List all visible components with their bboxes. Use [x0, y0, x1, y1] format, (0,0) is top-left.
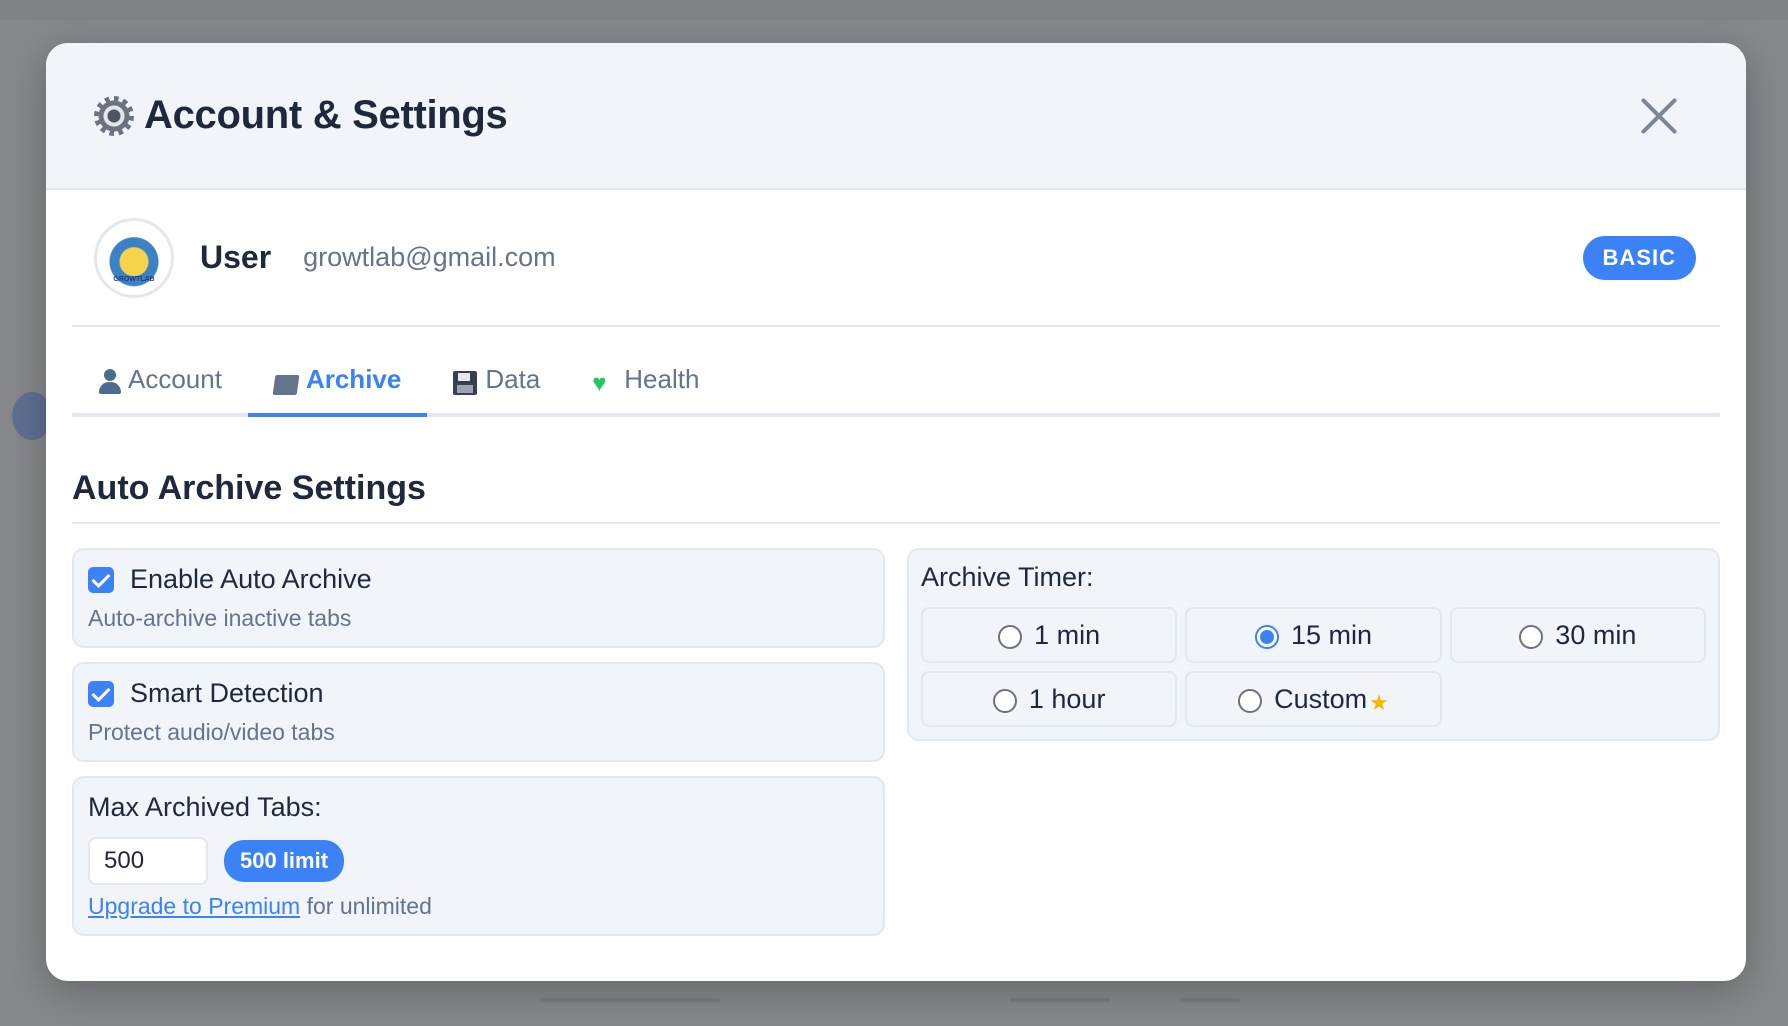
- max-archived-tabs-input[interactable]: [88, 837, 208, 885]
- upgrade-to-premium-link[interactable]: Upgrade to Premium: [88, 893, 300, 919]
- timer-option-15-min[interactable]: 15 min: [1185, 607, 1442, 663]
- timer-radio[interactable]: [998, 625, 1023, 649]
- smart-detection-row: Smart Detection: [88, 678, 869, 709]
- timer-option-label: 15 min: [1290, 619, 1373, 650]
- user-row: GROWTLAB User growtlab@gmail.com BASIC: [72, 190, 1720, 327]
- person-icon: [98, 369, 122, 395]
- tab-label: Account: [128, 364, 222, 394]
- archive-timer-options: 1 min 15 min 30 min 1 hour Custom ★: [921, 607, 1706, 727]
- tab-label: Data: [485, 364, 541, 394]
- timer-option-label: 30 min: [1555, 619, 1637, 650]
- timer-radio[interactable]: [1238, 689, 1263, 713]
- user-name: User: [200, 239, 272, 275]
- upgrade-suffix-text: for unlimited: [306, 893, 432, 919]
- timer-option-1-min[interactable]: 1 min: [921, 607, 1178, 663]
- timer-option-label: 1 hour: [1028, 683, 1106, 714]
- tab-account[interactable]: Account: [72, 327, 248, 413]
- settings-modal: Account & Settings GROWTLAB User growtla…: [46, 43, 1746, 981]
- tab-data[interactable]: Data: [427, 327, 566, 413]
- tab-label: Health: [624, 364, 700, 394]
- timer-option-label: 1 min: [1034, 619, 1101, 650]
- tab-health[interactable]: ♥ Health: [566, 327, 725, 413]
- timer-option-30-min[interactable]: 30 min: [1449, 607, 1706, 663]
- smart-detection-label[interactable]: Smart Detection: [130, 678, 324, 709]
- background-text-line: [1180, 998, 1240, 1002]
- max-archived-tabs-card: Max Archived Tabs: 500 limit Upgrade to …: [72, 776, 885, 936]
- settings-tabs: Account Archive Data ♥ Health: [72, 327, 1720, 417]
- archive-left-column: Enable Auto Archive Auto-archive inactiv…: [72, 548, 885, 936]
- tab-label: Archive: [305, 364, 402, 394]
- timer-radio[interactable]: [1519, 625, 1544, 649]
- smart-detection-card: Smart Detection Protect audio/video tabs: [72, 662, 885, 762]
- background-toolbar: [0, 0, 1788, 20]
- enable-auto-archive-description: Auto-archive inactive tabs: [88, 605, 352, 631]
- star-icon: ★: [1369, 690, 1389, 715]
- enable-auto-archive-checkbox[interactable]: [88, 566, 114, 593]
- timer-option-custom[interactable]: Custom ★: [1185, 671, 1442, 727]
- enable-auto-archive-card: Enable Auto Archive Auto-archive inactiv…: [72, 548, 885, 648]
- green-heart-icon: ♥: [592, 370, 607, 397]
- modal-header: Account & Settings: [46, 43, 1746, 190]
- max-archived-tabs-row: 500 limit: [88, 837, 869, 885]
- modal-title: Account & Settings: [144, 93, 508, 137]
- modal-body: GROWTLAB User growtlab@gmail.com BASIC A…: [46, 190, 1746, 936]
- smart-detection-description: Protect audio/video tabs: [88, 719, 335, 745]
- avatar: GROWTLAB: [94, 217, 174, 298]
- archive-right-column: Archive Timer: 1 min 15 min 30 min 1 hou…: [907, 548, 1720, 936]
- enable-auto-archive-row: Enable Auto Archive: [88, 564, 869, 595]
- tab-archive[interactable]: Archive: [247, 327, 428, 417]
- plan-badge: BASIC: [1582, 235, 1696, 280]
- section-title: Auto Archive Settings: [72, 417, 1720, 524]
- archive-settings-grid: Enable Auto Archive Auto-archive inactiv…: [72, 548, 1720, 936]
- smart-detection-checkbox[interactable]: [88, 680, 114, 707]
- user-email: growtlab@gmail.com: [303, 242, 556, 272]
- archive-timer-label: Archive Timer:: [921, 562, 1094, 592]
- timer-option-label: Custom: [1274, 683, 1368, 714]
- avatar-logo-text: GROWTLAB: [113, 275, 155, 283]
- archive-timer-card: Archive Timer: 1 min 15 min 30 min 1 hou…: [907, 548, 1720, 741]
- close-button[interactable]: [1638, 95, 1680, 137]
- timer-radio[interactable]: [992, 689, 1017, 713]
- upgrade-row: Upgrade to Premium for unlimited: [88, 893, 869, 920]
- background-text-line: [1010, 998, 1110, 1002]
- timer-radio-selected[interactable]: [1254, 625, 1279, 649]
- max-archived-tabs-label: Max Archived Tabs:: [88, 792, 322, 822]
- folder-icon: [272, 375, 300, 395]
- limit-badge: 500 limit: [224, 840, 345, 882]
- timer-option-1-hour[interactable]: 1 hour: [921, 671, 1178, 727]
- floppy-disk-icon: [453, 371, 478, 395]
- background-text-line: [540, 998, 720, 1002]
- enable-auto-archive-label[interactable]: Enable Auto Archive: [130, 564, 372, 595]
- gear-icon: [94, 95, 134, 136]
